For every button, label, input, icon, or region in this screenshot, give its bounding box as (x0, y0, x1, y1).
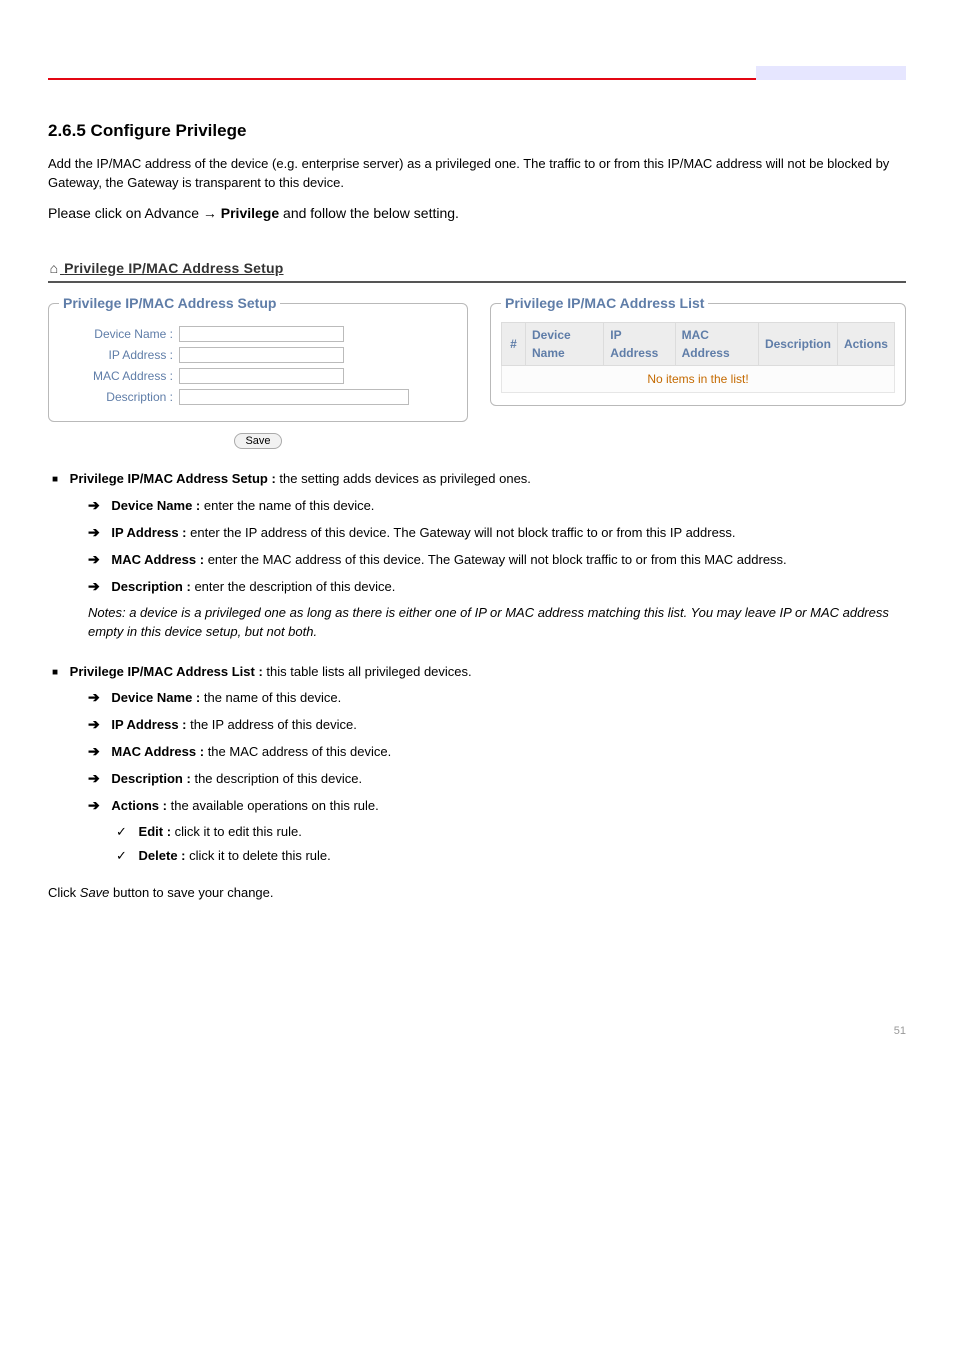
list-heading: ■ Privilege IP/MAC Address List : this t… (52, 662, 906, 682)
screenshot-title: Privilege IP/MAC Address Setup (64, 260, 283, 276)
home-icon: ⌂ (48, 258, 60, 279)
ip-address-label: IP Address : (59, 346, 179, 364)
section-name: Configure Privilege (91, 121, 247, 140)
list-item: ➔ Description : the description of this … (88, 768, 906, 789)
description-input[interactable] (179, 389, 409, 405)
list-fieldset: Privilege IP/MAC Address List # Device N… (490, 293, 906, 406)
arrow-icon: ➔ (88, 524, 108, 540)
arrow-icon: ➔ (88, 716, 108, 732)
mac-address-input[interactable] (179, 368, 344, 384)
list-item: ✓ Delete : click it to delete this rule. (116, 846, 906, 866)
col-device-name: Device Name (526, 322, 604, 365)
list-item: ➔ Device Name : enter the name of this d… (88, 495, 906, 516)
arrow-icon: ➔ (88, 797, 108, 813)
intro-paragraph: Add the IP/MAC address of the device (e.… (48, 154, 906, 193)
mac-address-label: MAC Address : (59, 367, 179, 385)
list-item: ✓ Edit : click it to edit this rule. (116, 822, 906, 842)
table-empty-row: No items in the list! (502, 365, 895, 392)
page-number: 51 (48, 1023, 906, 1040)
setup-heading: ■ Privilege IP/MAC Address Setup : the s… (52, 469, 906, 489)
ip-address-input[interactable] (179, 347, 344, 363)
list-item: ➔ Description : enter the description of… (88, 576, 906, 597)
section-number: 2.6.5 (48, 121, 86, 140)
list-item: ➔ IP Address : enter the IP address of t… (88, 522, 906, 543)
arrow-icon: ➔ (88, 551, 108, 567)
save-line: Click Save button to save your change. (48, 883, 906, 903)
privilege-table: # Device Name IP Address MAC Address Des… (501, 322, 895, 393)
check-icon: ✓ (116, 824, 135, 839)
arrow-icon: ➔ (88, 743, 108, 759)
config-screenshot: ⌂ Privilege IP/MAC Address Setup Privile… (48, 258, 906, 450)
list-item: ➔ IP Address : the IP address of this de… (88, 714, 906, 735)
square-bullet-icon: ■ (52, 474, 66, 485)
device-name-label: Device Name : (59, 325, 179, 343)
col-desc: Description (758, 322, 837, 365)
list-item: ➔ MAC Address : the MAC address of this … (88, 741, 906, 762)
nav-path: Please click on Advance → Privilege and … (48, 203, 906, 224)
col-ip: IP Address (604, 322, 675, 365)
setup-legend: Privilege IP/MAC Address Setup (59, 293, 280, 314)
list-legend: Privilege IP/MAC Address List (501, 293, 708, 314)
header-decor (756, 66, 906, 80)
arrow-icon: ➔ (88, 497, 108, 513)
col-actions: Actions (837, 322, 894, 365)
square-bullet-icon: ■ (52, 667, 66, 678)
arrow-icon: ➔ (88, 578, 108, 594)
list-item: ➔ Actions : the available operations on … (88, 795, 906, 816)
check-icon: ✓ (116, 848, 135, 863)
arrow-icon: ➔ (88, 689, 108, 705)
page-title: 2.6.5 Configure Privilege (48, 118, 906, 144)
notes: Notes: a device is a privileged one as l… (88, 603, 906, 642)
setup-fieldset: Privilege IP/MAC Address Setup Device Na… (48, 293, 468, 422)
arrow-icon: ➔ (88, 770, 108, 786)
list-item: ➔ MAC Address : enter the MAC address of… (88, 549, 906, 570)
save-button[interactable]: Save (234, 433, 281, 449)
col-mac: MAC Address (675, 322, 758, 365)
device-name-input[interactable] (179, 326, 344, 342)
col-index: # (502, 322, 526, 365)
description-label: Description : (59, 388, 179, 406)
list-item: ➔ Device Name : the name of this device. (88, 687, 906, 708)
